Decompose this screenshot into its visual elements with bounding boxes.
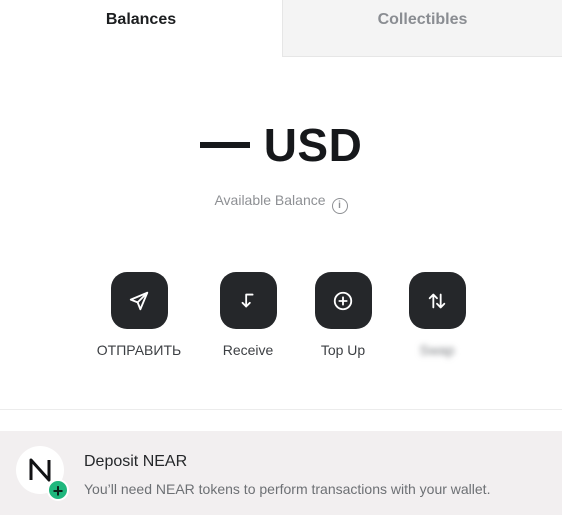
available-balance-label: Available Balance [214,192,326,208]
swap-action[interactable]: Swap [387,272,487,358]
balance-currency: USD [263,119,363,171]
top-up-icon [333,291,353,310]
receive-label: Receive [222,342,274,358]
top-up-button[interactable] [314,272,372,329]
plus-icon: + [47,479,69,501]
balance-placeholder-dash [199,141,250,148]
tab-collectibles[interactable]: Collectibles [282,0,562,57]
deposit-subtitle: You’ll need NEAR tokens to perform trans… [84,481,491,497]
info-icon[interactable]: i [331,198,348,214]
swap-button[interactable] [408,272,466,329]
divider [0,409,562,410]
deposit-title: Deposit NEAR [84,453,188,470]
receive-button[interactable] [219,272,277,329]
send-action[interactable]: ОТПРАВИТЬ [89,272,189,358]
swap-icon [428,293,446,308]
receive-icon [241,293,254,307]
top-up-action[interactable]: Top Up [293,272,393,358]
tab-balances[interactable]: Balances [0,0,282,57]
deposit-near-banner[interactable]: + Deposit NEAR You’ll need NEAR tokens t… [0,431,562,515]
send-button[interactable] [110,272,168,329]
receive-action[interactable]: Receive [198,272,298,358]
available-balance: Available Balance i [0,192,562,214]
top-up-label: Top Up [320,342,366,358]
balance-amount: USD [0,118,562,172]
swap-label: Swap [419,342,455,358]
send-label: ОТПРАВИТЬ [96,342,182,358]
tab-bar: Balances Collectibles [0,0,562,57]
send-icon [129,291,149,310]
